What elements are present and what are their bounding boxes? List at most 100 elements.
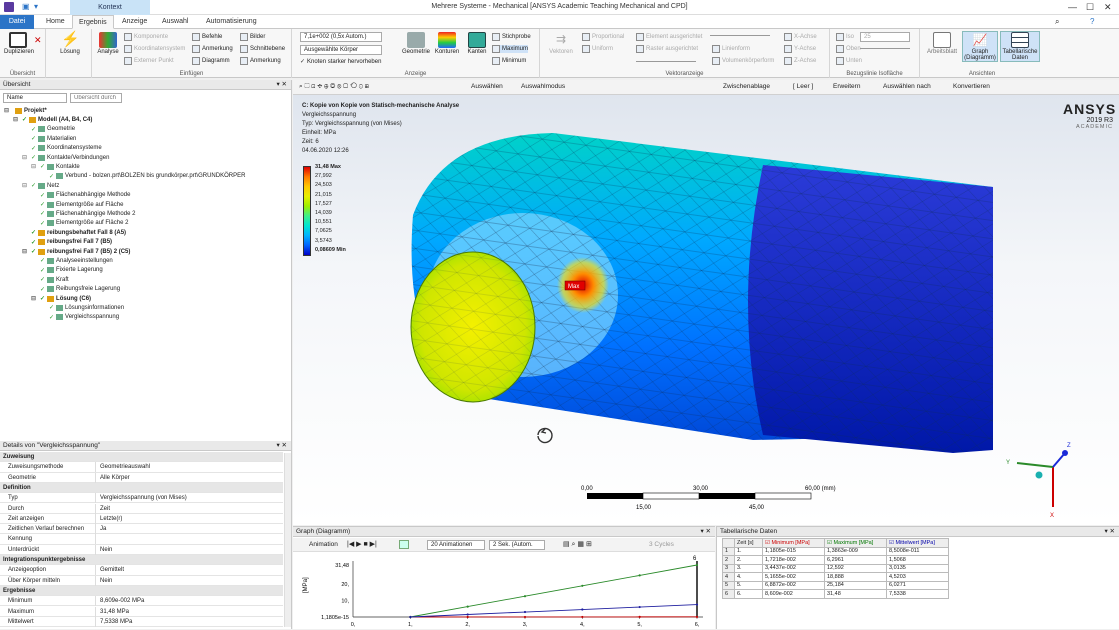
tree-item[interactable]: ✓Fixierte Lagerung <box>31 267 103 274</box>
clipboard-button[interactable]: Zwischenablage <box>723 83 770 90</box>
details-row[interactable]: GeometrieAlle Körper <box>0 473 283 483</box>
property-value[interactable]: Letzte(r) <box>100 514 122 524</box>
search-icon[interactable]: ⌕ <box>1055 17 1059 27</box>
help-icon[interactable]: ? <box>1090 17 1094 26</box>
select-mode-button[interactable]: Auswahlmodus <box>521 83 565 90</box>
details-row[interactable]: Mittelwert7,5338 MPa <box>0 617 283 627</box>
select-button[interactable]: Auswählen <box>471 83 503 90</box>
z-axis-button[interactable]: Z-Achse <box>784 57 816 65</box>
view-tool-icons[interactable]: ⌕ ⬚ ⊡ ✥ ⊕ ◎ ⊗ ▢ ⟲ ⊙ ⊞ <box>299 83 369 91</box>
time-history-chart[interactable]: [MPa]31,4820,10,1,1805e-150,1,2,3,4,5,6,… <box>293 553 715 630</box>
property-value[interactable]: 7,5338 MPa <box>100 617 132 627</box>
tab-home[interactable]: Home <box>40 15 71 29</box>
property-value[interactable]: Nein <box>100 576 112 586</box>
commands-button[interactable]: Befehle <box>192 33 222 41</box>
collapse-icon[interactable]: ⊟ <box>31 163 38 170</box>
element-aligned-button[interactable]: Element ausgerichtet <box>636 33 702 41</box>
tabular-close-icon[interactable]: ▾ ✕ <box>1104 527 1115 537</box>
annotation-button[interactable]: Anmerkung <box>192 45 233 53</box>
property-value[interactable]: Nein <box>100 545 112 555</box>
uniform-button[interactable]: Uniform <box>582 45 613 53</box>
table-row[interactable]: 22.1,7218e-0026,29611,5068 <box>723 556 949 565</box>
details-scrollbar[interactable] <box>284 453 291 627</box>
tabular-view-button[interactable]: Tabellarische Daten <box>1000 31 1040 62</box>
tree-item[interactable]: ✓Flächenabhängige Methode <box>31 192 130 199</box>
table-row[interactable]: 11.1,1805e-0151,3863e-0098,5008e-011 <box>723 547 949 556</box>
tree-item[interactable]: ⊟✓Kontakte/Verbindungen <box>22 154 109 161</box>
property-value[interactable]: Alle Körper <box>100 473 130 483</box>
section-plane-button[interactable]: Schnittebene <box>240 45 285 53</box>
tab-selection[interactable]: Auswahl <box>156 15 194 29</box>
tree-item[interactable]: ✓Kraft <box>31 276 69 283</box>
external-point-button[interactable]: Externer Punkt <box>124 57 174 65</box>
images-button[interactable]: Bilder <box>240 33 265 41</box>
iso-button[interactable]: Iso <box>836 33 854 41</box>
details-row[interactable]: ZuweisungsmethodeGeometrieauswahl <box>0 462 283 472</box>
grid-aligned-button[interactable]: Raster ausgerichtet <box>636 45 698 53</box>
bodies-combo[interactable]: Ausgewählte Körper <box>300 45 382 55</box>
highlight-nodes-checkbox[interactable]: ✓Knoten starker hervorheben <box>300 58 381 65</box>
x-axis-button[interactable]: X-Achse <box>784 33 817 41</box>
above-button[interactable]: Oben <box>836 45 861 53</box>
column-header[interactable] <box>723 539 735 548</box>
vector-size-slider[interactable] <box>710 35 770 36</box>
minimize-icon[interactable]: — <box>1068 2 1077 12</box>
details-row[interactable]: TypVergleichsspannung (von Mises) <box>0 493 283 503</box>
collapse-icon[interactable]: ⊟ <box>22 182 29 189</box>
tab-file[interactable]: Datei <box>0 15 34 29</box>
details-row[interactable]: UnterdrücktNein <box>0 545 283 555</box>
tree-item[interactable]: ✓Verbund - bolzen.prt\BOLZEN bis grundkö… <box>40 173 245 180</box>
solve-button[interactable]: ⚡ Lösung <box>58 32 82 55</box>
panel-close-icon[interactable]: ▾ ✕ <box>276 80 287 90</box>
outline-search-input[interactable] <box>70 93 122 103</box>
graphics-viewport[interactable]: C: Kopie von Kopie von Statisch-mechanis… <box>293 95 1119 525</box>
property-value[interactable]: 8,609e-002 MPa <box>100 596 144 606</box>
cycles-combo[interactable]: 3 Cycles <box>649 541 674 548</box>
property-value[interactable]: Vergleichsspannung (von Mises) <box>100 493 187 503</box>
coordinate-system-button[interactable]: Koordinatensystem <box>124 45 185 53</box>
details-row[interactable]: Minimum8,609e-002 MPa <box>0 596 283 606</box>
tree-item[interactable]: ✓Koordinatensysteme <box>22 145 102 152</box>
expand-button[interactable]: Erweitern <box>833 83 860 90</box>
property-value[interactable]: Geometrieauswahl <box>100 462 150 472</box>
table-row[interactable]: 66.8,609e-00231,487,5338 <box>723 590 949 599</box>
maximum-button[interactable]: Maximum <box>492 45 528 53</box>
model-render[interactable]: Max 0,00 30,00 60,00 (mm) 15,00 45,00 X … <box>293 95 1119 525</box>
graph-close-icon[interactable]: ▾ ✕ <box>700 527 711 537</box>
iso-slider[interactable] <box>860 48 910 49</box>
below-button[interactable]: Unten <box>836 57 862 65</box>
solid-form-button[interactable]: Volumenkörperform <box>712 57 774 65</box>
column-header[interactable]: Zeit [s] <box>735 539 763 548</box>
y-axis-button[interactable]: Y-Achse <box>784 45 816 53</box>
tree-item[interactable]: ⊟✓Kontakte <box>31 163 80 170</box>
select-by-button[interactable]: Auswählen nach <box>883 83 931 90</box>
vector-density-slider[interactable] <box>636 61 696 62</box>
table-row[interactable]: 44.5,1655e-00218,8884,5203 <box>723 573 949 582</box>
details-section[interactable]: Definition <box>0 483 283 493</box>
analysis-button[interactable]: Analyse <box>95 32 121 55</box>
property-value[interactable]: Gemittelt <box>100 565 124 575</box>
tree-item[interactable]: ✓Elementgröße auf Fläche 2 <box>31 220 128 227</box>
details-row[interactable]: Maximum31,48 MPa <box>0 607 283 617</box>
edges-button[interactable]: Kanten <box>464 32 490 55</box>
collapse-icon[interactable]: ⊟ <box>4 107 11 114</box>
details-row[interactable]: Zeitlichen Verlauf berechnenJa <box>0 524 283 534</box>
tree-item[interactable]: ✓Elementgröße auf Fläche <box>31 201 123 208</box>
graph-view-button[interactable]: 📈Graph (Diagramm) <box>962 31 998 62</box>
outline-filter-combo[interactable]: Name <box>3 93 67 103</box>
details-close-icon[interactable]: ▾ ✕ <box>276 441 287 451</box>
delete-icon[interactable]: ✕ <box>34 35 42 46</box>
tab-view[interactable]: Anzeige <box>116 15 153 29</box>
scale-combo[interactable]: 7,1e+002 (0,5x Autom.) <box>300 32 382 42</box>
details-section[interactable]: Integrationspunktergebnisse <box>0 555 283 565</box>
animation-frames-combo[interactable]: 20 Animationen <box>427 540 485 550</box>
tree-item[interactable]: ⊟✓reibungsfrei Fall 7 (B5) 2 (C5) <box>22 248 130 255</box>
tree-item[interactable]: ✓Flächenabhängige Methode 2 <box>31 210 135 217</box>
convert-button[interactable]: Konvertieren <box>953 83 990 90</box>
table-row[interactable]: 33.3,4437e-00212,5923,0135 <box>723 564 949 573</box>
table-row[interactable]: 55.6,8872e-00225,1846,0271 <box>723 581 949 590</box>
tree-item[interactable]: ⊟Projekt* <box>4 107 47 114</box>
details-section[interactable]: Zuweisung <box>0 452 283 462</box>
column-header[interactable]: ☑ Mittelwert [MPa] <box>887 539 949 548</box>
tab-result[interactable]: Ergebnis <box>72 15 114 29</box>
